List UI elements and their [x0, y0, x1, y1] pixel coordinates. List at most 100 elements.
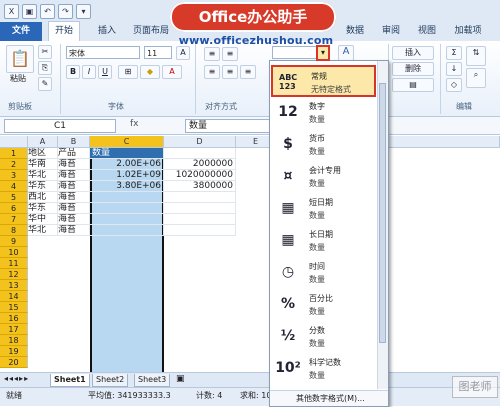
tab-data[interactable]: 数据	[340, 22, 370, 41]
cell-a[interactable]: 华北	[28, 170, 58, 181]
worksheet-grid[interactable]: A B C D E 1 地区 产品 数量 2 华南 海苔 2.00E+06 2000000 3 华北…	[0, 136, 500, 384]
cell-b[interactable]: 海苔	[58, 159, 90, 170]
row-header[interactable]: 4	[0, 181, 28, 192]
row-header[interactable]: 8	[0, 225, 28, 236]
copy-icon[interactable]: ⎘	[38, 61, 52, 75]
cell-b[interactable]: 海苔	[58, 192, 90, 203]
fill-icon[interactable]: ↓	[446, 62, 462, 76]
cell-a[interactable]: 华北	[28, 225, 58, 236]
tab-home[interactable]: 开始	[48, 21, 80, 42]
cell-d[interactable]: 3800000	[164, 181, 236, 192]
cell-c[interactable]	[90, 225, 164, 236]
font-name-select[interactable]: 宋体	[66, 46, 140, 59]
row-header[interactable]: 10	[0, 247, 28, 258]
cell-c[interactable]	[90, 214, 164, 225]
menu-item-currency[interactable]: $ 货币 数量	[271, 129, 376, 161]
cell-d[interactable]	[164, 225, 236, 236]
row-header[interactable]: 6	[0, 203, 28, 214]
row-header[interactable]: 13	[0, 280, 28, 291]
menu-item-fraction[interactable]: ½ 分数 数量	[271, 321, 376, 353]
underline-icon[interactable]: U	[98, 65, 112, 79]
tab-addins[interactable]: 加载项	[448, 22, 488, 41]
more-number-formats-item[interactable]: 其他数字格式(M)...	[270, 390, 388, 406]
tab-page-layout[interactable]: 页面布局	[130, 22, 172, 41]
row-header[interactable]: 17	[0, 324, 28, 335]
cell-d[interactable]	[164, 148, 236, 159]
cell-d[interactable]	[164, 203, 236, 214]
customize-toolbar-icon[interactable]: ▾	[76, 4, 91, 19]
row-header[interactable]: 9	[0, 236, 28, 247]
border-icon[interactable]: ⊞	[118, 65, 138, 79]
fill-color-icon[interactable]: ◆	[140, 65, 160, 79]
grow-font-icon[interactable]: A	[176, 46, 190, 60]
cell-a[interactable]: 华东	[28, 181, 58, 192]
row-header[interactable]: 12	[0, 269, 28, 280]
sheet-tab-1[interactable]: Sheet1	[50, 374, 90, 387]
cut-icon[interactable]: ✂	[38, 45, 52, 59]
menu-item-accounting[interactable]: ¤ 会计专用 数量	[271, 161, 376, 193]
redo-icon[interactable]: ↷	[58, 4, 73, 19]
cell-c[interactable]: 数量	[90, 148, 164, 159]
menu-item-short-date[interactable]: ▦ 短日期 数量	[271, 193, 376, 225]
align-middle-icon[interactable]: ≡	[222, 47, 238, 61]
select-all-corner[interactable]	[0, 136, 28, 148]
cell-a[interactable]: 西北	[28, 192, 58, 203]
cell-c[interactable]: 2.00E+06	[90, 159, 164, 170]
row-header[interactable]: 7	[0, 214, 28, 225]
cell-d[interactable]: 1020000000	[164, 170, 236, 181]
font-size-select[interactable]: 11	[144, 46, 172, 59]
number-format-dropdown-arrow[interactable]: ▾	[316, 45, 330, 61]
row-header[interactable]: 20	[0, 357, 28, 368]
format-painter-icon[interactable]: ✎	[38, 77, 52, 91]
menu-item-long-date[interactable]: ▦ 长日期 数量	[271, 225, 376, 257]
sheet-tab-3[interactable]: Sheet3	[134, 374, 171, 387]
cell-a[interactable]: 地区	[28, 148, 58, 159]
cell-c[interactable]: 1.02E+09	[90, 170, 164, 181]
cell-d[interactable]	[164, 214, 236, 225]
number-format-combo[interactable]	[272, 46, 318, 59]
row-header[interactable]: 15	[0, 302, 28, 313]
cell-a[interactable]: 华南	[28, 159, 58, 170]
row-header[interactable]: 11	[0, 258, 28, 269]
font-color-icon[interactable]: A	[162, 65, 182, 79]
cell-a[interactable]: 华中	[28, 214, 58, 225]
align-right-icon[interactable]: ≡	[240, 65, 256, 79]
column-header-a[interactable]: A	[28, 136, 58, 148]
cell-b[interactable]: 海苔	[58, 225, 90, 236]
column-header-b[interactable]: B	[58, 136, 90, 148]
align-top-icon[interactable]: ≡	[204, 47, 220, 61]
cell-c[interactable]	[90, 192, 164, 203]
cell-b[interactable]: 海苔	[58, 203, 90, 214]
format-cells-icon[interactable]: ▤	[392, 78, 434, 92]
find-select-icon[interactable]: ⌕	[466, 68, 486, 88]
menu-item-number[interactable]: 12 数字 数量	[271, 97, 376, 129]
row-header[interactable]: 16	[0, 313, 28, 324]
bold-icon[interactable]: B	[66, 65, 80, 79]
cell-b[interactable]: 海苔	[58, 181, 90, 192]
tab-file[interactable]: 文件	[0, 22, 42, 41]
tab-review[interactable]: 审阅	[376, 22, 406, 41]
column-header-d[interactable]: D	[164, 136, 236, 148]
save-icon[interactable]: ▣	[22, 4, 37, 19]
menu-item-percent[interactable]: % 百分比 数量	[271, 289, 376, 321]
cell-c[interactable]	[90, 203, 164, 214]
menu-item-time[interactable]: ◷ 时间 数量	[271, 257, 376, 289]
undo-icon[interactable]: ↶	[40, 4, 55, 19]
clear-icon[interactable]: ◇	[446, 78, 462, 92]
tab-insert[interactable]: 插入	[92, 22, 122, 41]
new-sheet-icon[interactable]: ▣	[176, 374, 185, 384]
fx-icon[interactable]: fx	[130, 119, 139, 129]
align-center-icon[interactable]: ≡	[222, 65, 238, 79]
row-header[interactable]: 1	[0, 148, 28, 159]
menu-item-general[interactable]: ABC 123 常规 无特定格式	[271, 65, 376, 97]
insert-cells-button[interactable]: 插入	[392, 46, 434, 60]
autosum-icon[interactable]: Σ	[446, 46, 462, 60]
styles-icon[interactable]: A	[338, 45, 354, 61]
formula-input[interactable]: 数量	[185, 119, 280, 133]
tab-view[interactable]: 视图	[412, 22, 442, 41]
paste-icon[interactable]: 📋	[6, 45, 34, 73]
sheet-nav-arrows-icon[interactable]: ◂◂◂▸▸	[4, 374, 29, 383]
cell-b[interactable]: 产品	[58, 148, 90, 159]
cell-b[interactable]: 海苔	[58, 170, 90, 181]
menu-scroll-thumb[interactable]	[379, 83, 386, 343]
